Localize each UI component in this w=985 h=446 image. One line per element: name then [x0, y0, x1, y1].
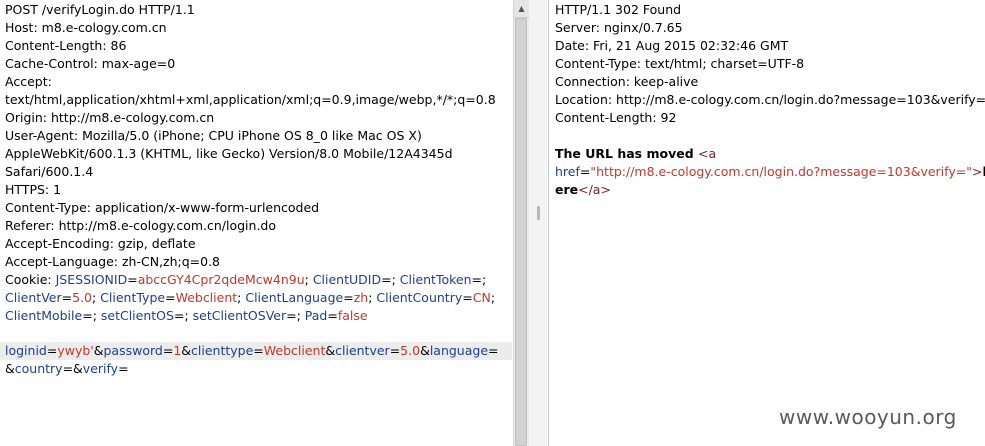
response-body-line-3: ere</a>: [555, 181, 611, 199]
response-pane[interactable]: HTTP/1.1 302 Found Server: nginx/0.7.65 …: [548, 0, 985, 446]
http-viewer: POST /verifyLogin.do HTTP/1.1 Host: m8.e…: [0, 0, 985, 446]
html-attr-name: href: [555, 164, 580, 179]
header-origin: Origin: http://m8.e-cology.com.cn: [5, 110, 215, 125]
body-text: The URL has moved: [555, 146, 699, 161]
param-key: loginid: [5, 343, 47, 358]
param-key: language: [429, 343, 489, 358]
header-date: Date: Fri, 21 Aug 2015 02:32:46 GMT: [555, 38, 789, 53]
cookie-value: false: [337, 308, 368, 323]
cookie-key: ClientVer: [5, 290, 62, 305]
html-attr-eq: =: [579, 164, 591, 179]
scroll-up-icon[interactable]: ▲: [514, 0, 529, 18]
cookie-key: ClientToken: [399, 272, 472, 287]
cookie-key: ClientCountry: [376, 290, 463, 305]
cookie-key: setClientOS: [100, 308, 174, 323]
cookie-line-2: ClientVer=5.0; ClientType=Webclient; Cli…: [5, 290, 496, 305]
header-accept: Accept:: [5, 74, 52, 89]
cookie-value: Webclient: [175, 290, 238, 305]
header-https: HTTPS: 1: [5, 182, 62, 197]
header-content-type: Content-Type: application/x-www-form-url…: [5, 200, 320, 215]
cookie-prefix: Cookie:: [5, 272, 56, 287]
param-value: ywyb': [57, 343, 94, 358]
param-key: clienttype: [191, 343, 254, 358]
header-location: Location: http://m8.e-cology.com.cn/logi…: [555, 92, 985, 107]
header-accept-encoding: Accept-Encoding: gzip, deflate: [5, 236, 196, 251]
body-line-1: loginid=ywyb'&password=1&clienttype=Webc…: [5, 343, 499, 358]
body-line-2: &country=&verify=: [5, 361, 129, 376]
cookie-value: zh: [353, 290, 369, 305]
header-content-type: Content-Type: text/html; charset=UTF-8: [555, 56, 805, 71]
header-user-agent: User-Agent: Mozilla/5.0 (iPhone; CPU iPh…: [5, 128, 422, 143]
link-text-end: ere: [555, 182, 579, 197]
header-user-agent-cont: AppleWebKit/600.1.3 (KHTML, like Gecko) …: [5, 146, 453, 161]
response-body-line-1: The URL has moved <a: [555, 145, 716, 163]
html-tag-bracket: >: [971, 164, 983, 179]
header-host: Host: m8.e-cology.com.cn: [5, 20, 167, 35]
param-key: verify: [82, 361, 119, 376]
param-value: 1: [173, 343, 182, 358]
html-tag-close: </a>: [578, 182, 611, 197]
cookie-key: ClientType: [100, 290, 166, 305]
cookie-key: ClientMobile: [5, 308, 83, 323]
scrollbar-thumb[interactable]: [515, 18, 527, 446]
cookie-key: ClientUDID: [312, 272, 382, 287]
header-cache-control: Cache-Control: max-age=0: [5, 56, 176, 71]
pane-splitter[interactable]: [529, 0, 547, 446]
html-attr-value: "http://m8.e-cology.com.cn/login.do?mess…: [590, 164, 972, 179]
header-connection: Connection: keep-alive: [555, 74, 699, 89]
header-accept-value: text/html,application/xhtml+xml,applicat…: [5, 92, 496, 107]
cookie-value: abccGY4Cpr2qdeMcw4n9u: [137, 272, 305, 287]
request-line: POST /verifyLogin.do HTTP/1.1: [5, 2, 195, 17]
param-value: Webclient: [263, 343, 326, 358]
splitter-grip-icon[interactable]: [537, 206, 540, 220]
header-referer: Referer: http://m8.e-cology.com.cn/login…: [5, 218, 277, 233]
header-content-length: Content-Length: 92: [555, 110, 677, 125]
response-body-line-2: href="http://m8.e-cology.com.cn/login.do…: [555, 163, 985, 181]
cookie-line-1: Cookie: JSESSIONID=abccGY4Cpr2qdeMcw4n9u…: [5, 272, 487, 287]
param-key: password: [103, 343, 163, 358]
cookie-key: Pad: [304, 308, 328, 323]
param-key: country: [14, 361, 63, 376]
param-key: clientver: [335, 343, 390, 358]
watermark: www.wooyun.org: [779, 405, 957, 429]
request-scrollbar[interactable]: ▲: [513, 0, 529, 446]
cookie-value: CN: [472, 290, 491, 305]
cookie-key: setClientOSVer: [192, 308, 287, 323]
html-tag-open: <a: [698, 146, 717, 161]
request-pane[interactable]: POST /verifyLogin.do HTTP/1.1 Host: m8.e…: [0, 0, 516, 446]
cookie-value: 5.0: [72, 290, 92, 305]
cookie-key: ClientLanguage: [245, 290, 344, 305]
cookie-key: JSESSIONID: [55, 272, 128, 287]
cookie-line-3: ClientMobile=; setClientOS=; setClientOS…: [5, 308, 368, 323]
status-line: HTTP/1.1 302 Found: [555, 2, 682, 17]
header-accept-language: Accept-Language: zh-CN,zh;q=0.8: [5, 254, 221, 269]
header-user-agent-cont2: Safari/600.1.4: [5, 164, 94, 179]
param-value: 5.0: [400, 343, 421, 358]
header-server: Server: nginx/0.7.65: [555, 20, 683, 35]
header-content-length: Content-Length: 86: [5, 38, 127, 53]
